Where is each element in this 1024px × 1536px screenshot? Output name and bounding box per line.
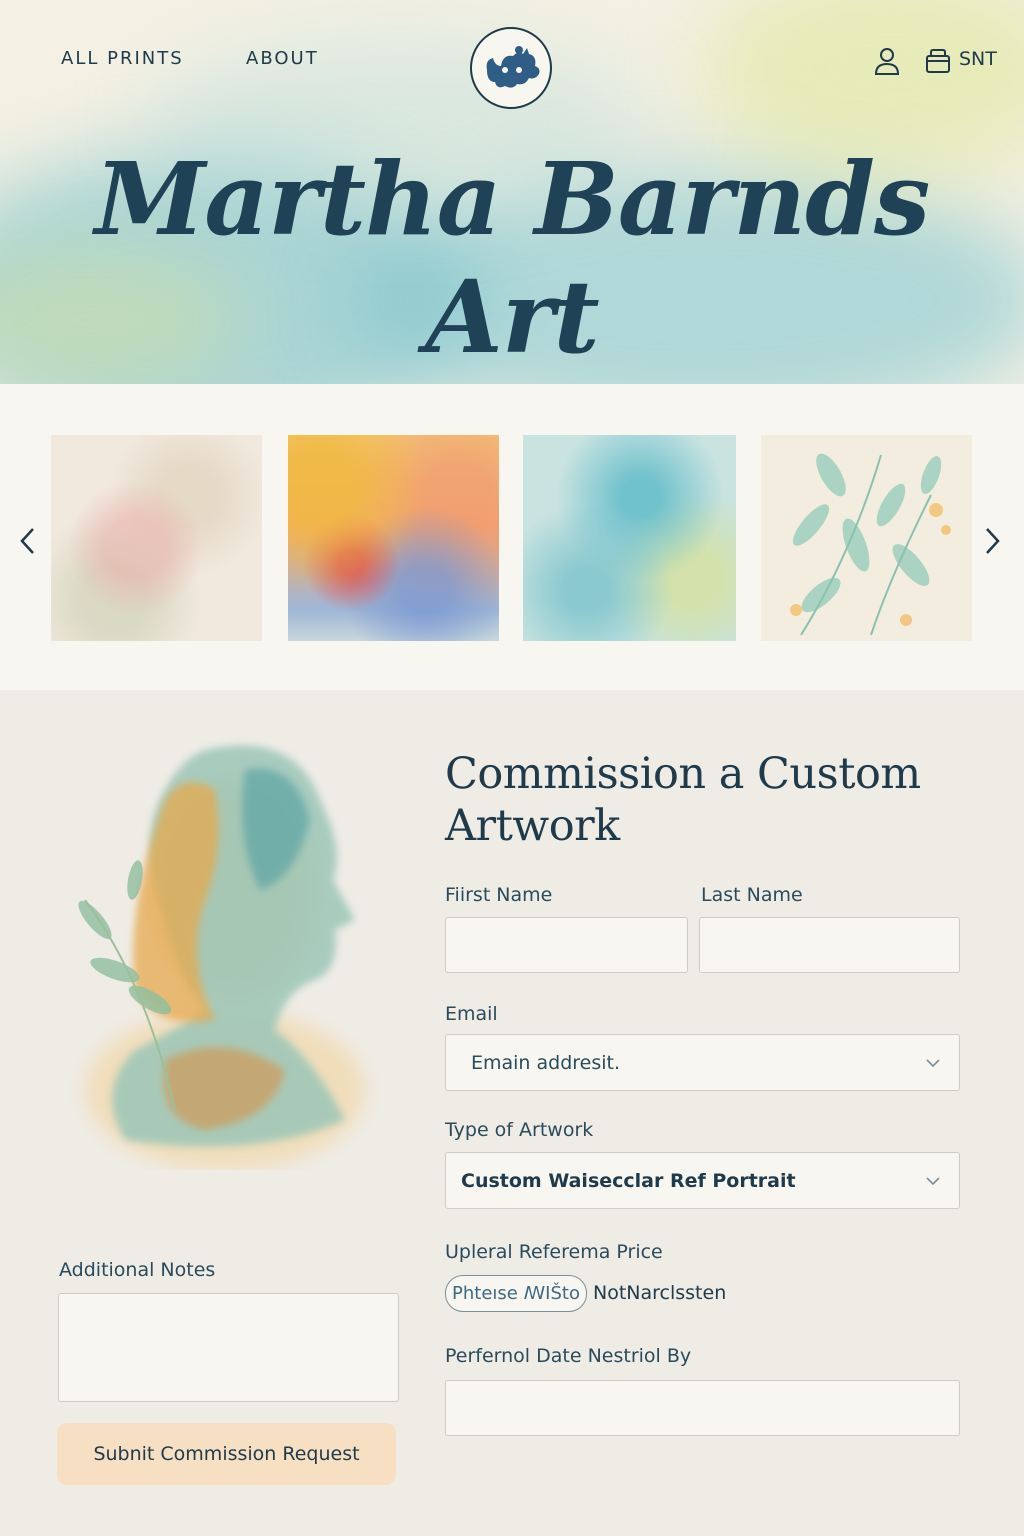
date-label: Perfernol Date Nestriol By — [445, 1345, 692, 1367]
gallery-thumbnail[interactable] — [288, 435, 499, 641]
artwork-type-value: Custom Waisecclar Ref Portrait — [461, 1169, 796, 1192]
gallery-thumbnail[interactable] — [761, 435, 972, 641]
upload-reference-button[interactable]: Phteıse ꟿIŠto — [445, 1275, 587, 1312]
gallery-thumbnail[interactable] — [523, 435, 736, 641]
email-label: Email — [445, 1003, 498, 1025]
last-name-input[interactable] — [699, 917, 960, 973]
first-name-label: Fiirst Name — [445, 884, 553, 906]
reference-status-text: NotNarclssten — [593, 1282, 727, 1304]
chevron-down-icon — [926, 1177, 940, 1186]
date-input[interactable] — [445, 1380, 960, 1436]
last-name-label: Last Name — [701, 884, 803, 906]
chevron-right-icon[interactable] — [982, 526, 1002, 556]
email-field[interactable]: Emain addresit. — [445, 1034, 960, 1091]
cart-label[interactable]: SNT — [959, 48, 997, 70]
artwork-type-select[interactable]: Custom Waisecclar Ref Portrait — [445, 1152, 960, 1209]
reference-label: Upleral Referema Price — [445, 1241, 663, 1263]
logo-emblem-icon — [486, 46, 540, 88]
site-logo[interactable] — [470, 27, 552, 109]
chevron-down-icon — [926, 1059, 940, 1068]
hero-banner: ALL PRINTS ABOUT SNT Martha Barnds Art — [0, 0, 1024, 384]
chevron-left-icon[interactable] — [18, 526, 38, 556]
print-gallery — [0, 384, 1024, 690]
botanical-illustration — [790, 453, 951, 636]
form-heading: Commission a Custom Artwork — [445, 749, 921, 851]
email-placeholder: Emain addresit. — [471, 1051, 621, 1074]
user-icon[interactable] — [874, 47, 900, 75]
nav-all-prints[interactable]: ALL PRINTS — [61, 48, 184, 69]
site-title: Martha Barnds Art — [94, 140, 931, 376]
commission-section: Commission a Custom Artwork Fiirst Name … — [0, 690, 1024, 1536]
watercolor-portrait — [78, 745, 365, 1170]
nav-about[interactable]: ABOUT — [246, 48, 319, 69]
gallery-thumbnail[interactable] — [51, 435, 262, 641]
submit-commission-button[interactable]: Subnit Commission Request — [57, 1423, 396, 1485]
notes-label: Additional Notes — [59, 1259, 216, 1281]
cart-icon[interactable] — [925, 48, 951, 74]
first-name-input[interactable] — [445, 917, 688, 973]
notes-textarea[interactable] — [58, 1293, 399, 1402]
artwork-type-label: Type of Artwork — [445, 1119, 594, 1141]
